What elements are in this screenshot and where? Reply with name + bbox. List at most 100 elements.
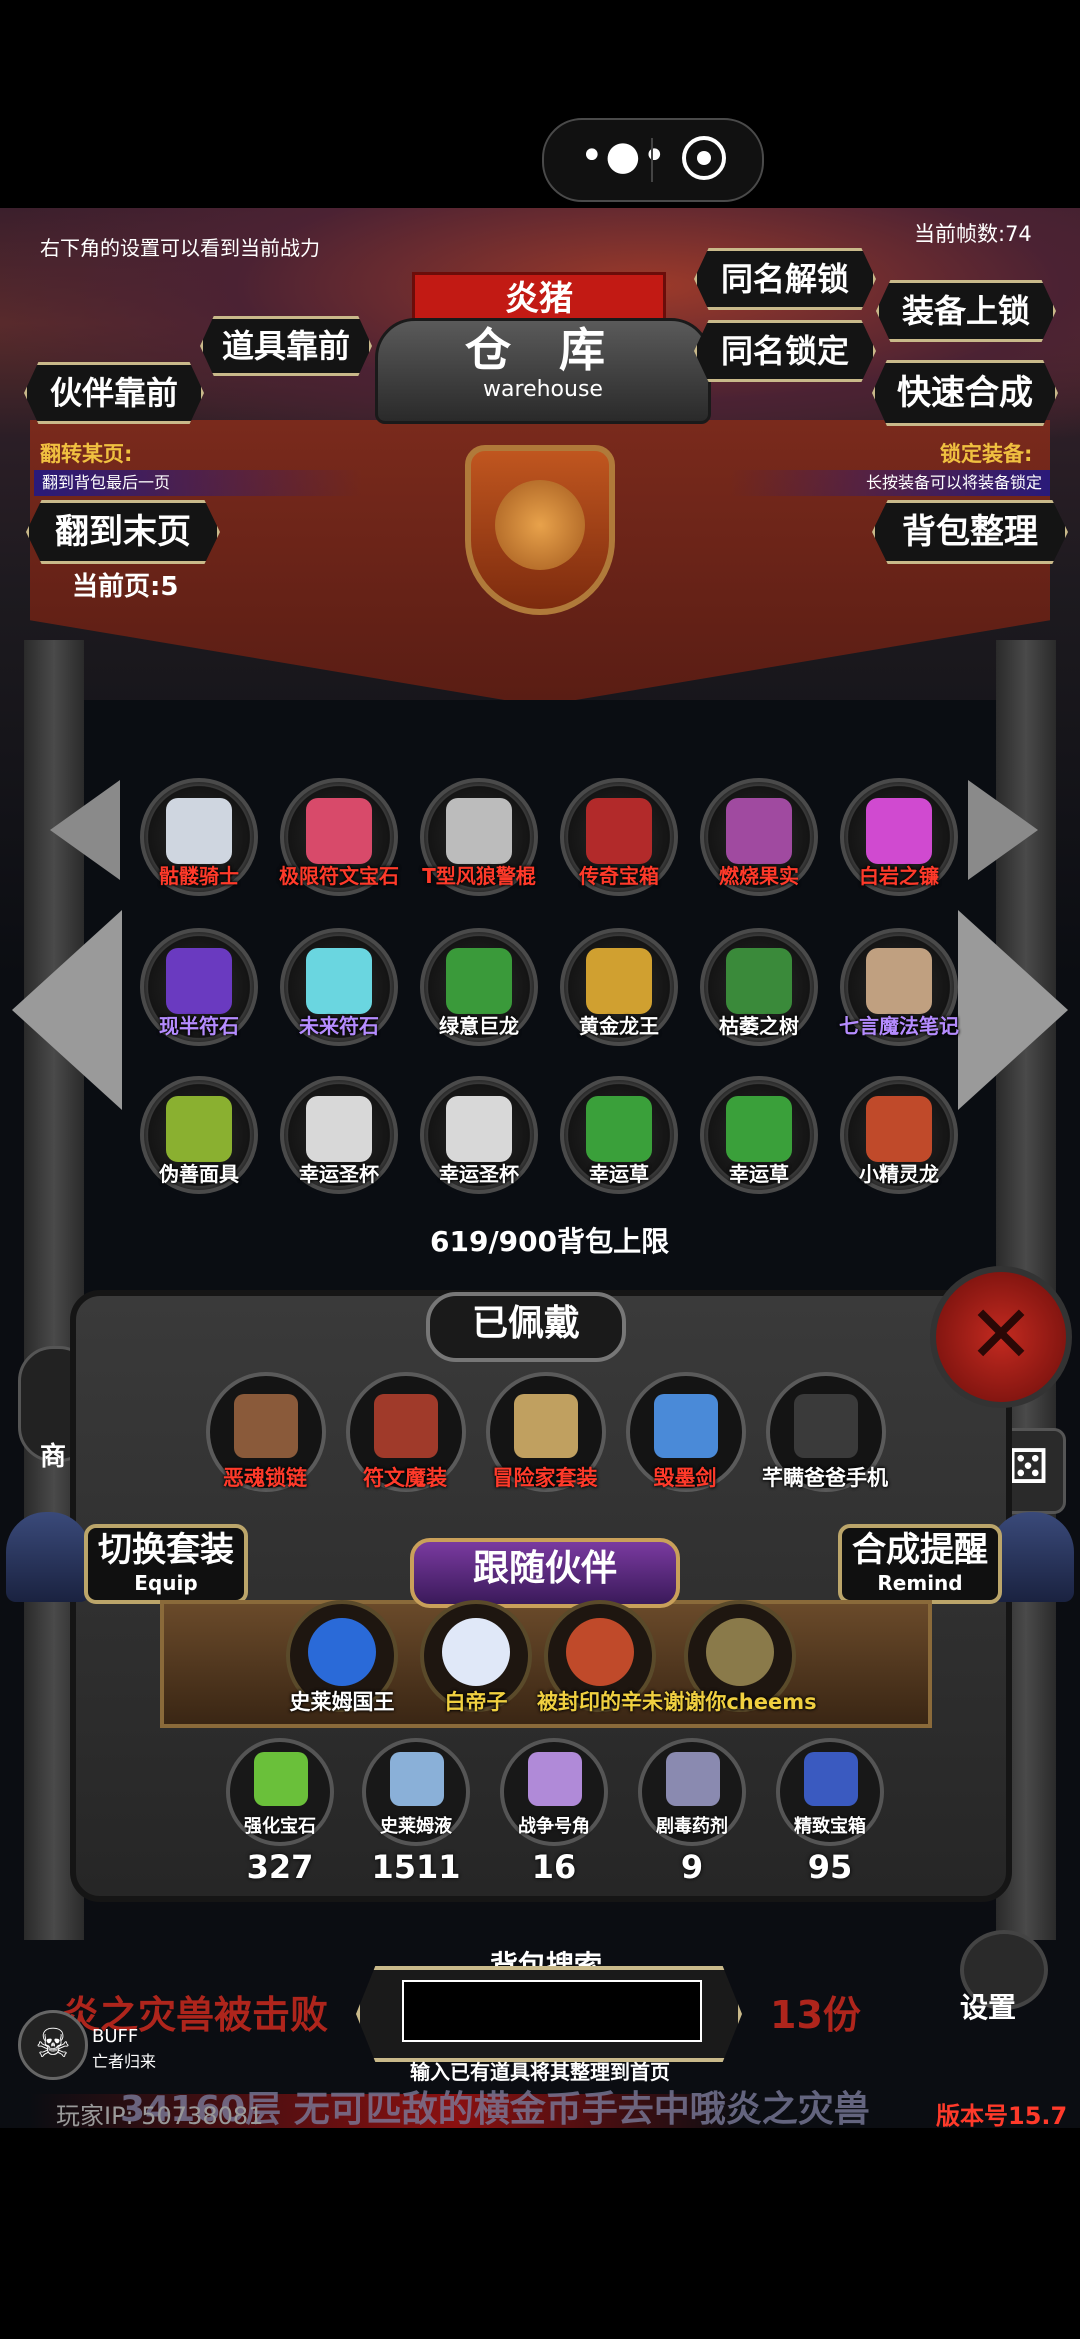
item-slot[interactable]: 绿意巨龙 [420,928,538,1046]
merge-remind-sub: Remind [877,1571,963,1595]
item-label: 幸运草 [589,1162,649,1186]
item-slot[interactable]: 极限符文宝石 [279,778,399,896]
item-label: 绿意巨龙 [439,1014,519,1038]
capsule-divider [651,138,653,182]
close-icon[interactable]: ✕ [930,1266,1072,1408]
item-icon [446,948,512,1014]
lock-same-button[interactable]: 同名锁定 [694,320,876,382]
unlock-same-button[interactable]: 同名解锁 [694,248,876,310]
worn-item-slot[interactable]: 芊瞒爸爸手机 [762,1372,888,1492]
merge-remind-label: 合成提醒 [852,1530,988,1570]
version: 版本号15.7 [936,2102,1068,2130]
worn-item-slot[interactable]: 毁墨剑 [626,1372,746,1492]
item-label: 骷髅骑士 [159,864,239,888]
item-slot[interactable]: 幸运草 [700,1076,818,1194]
item-slot[interactable]: 幸运圣杯 [280,1076,398,1194]
item-slot[interactable]: 枯萎之树 [700,928,818,1046]
more-dots-icon[interactable]: •●• [574,136,674,178]
partner-label: 谢谢你cheems [663,1690,817,1714]
item-slot[interactable]: 七言魔法笔记 [839,928,959,1046]
item-icon [726,798,792,864]
item-slot[interactable]: 未来符石 [280,928,398,1046]
partner-icon [308,1618,376,1686]
material-label: 精致宝箱 [794,1816,866,1837]
item-slot[interactable]: 燃烧果实 [700,778,818,896]
material-icon [666,1752,720,1806]
worn-item-slot[interactable]: 符文魔装 [346,1372,466,1492]
last-page-arrow-icon[interactable] [958,910,1068,1110]
material-label: 战争号角 [518,1816,590,1837]
item-slot[interactable]: 幸运草 [560,1076,678,1194]
helmet-icon [990,1512,1074,1602]
go-last-page-button[interactable]: 翻到末页 [26,500,220,564]
material-slot[interactable]: 精致宝箱 [776,1738,884,1846]
material-label: 史莱姆液 [380,1816,452,1837]
item-label: 黄金龙王 [579,1014,659,1038]
material-slot[interactable]: 战争号角 [500,1738,608,1846]
item-icon [586,948,652,1014]
flip-label: 翻转某页: [40,442,133,466]
partner-slot[interactable]: 谢谢你cheems [663,1600,817,1714]
worn-item-slot[interactable]: 恶魂锁链 [206,1372,326,1492]
switch-set-button[interactable]: 切换套装 Equip [84,1524,248,1604]
item-icon [306,798,372,864]
equip-lock-button[interactable]: 装备上锁 [876,280,1056,342]
material-slot[interactable]: 史莱姆液 [362,1738,470,1846]
fps-counter: 当前帧数:74 [914,222,1032,246]
item-front-button[interactable]: 道具靠前 [200,316,372,376]
item-slot[interactable]: 黄金龙王 [560,928,678,1046]
item-slot[interactable]: T型风狼警棍 [420,778,538,896]
item-label: 燃烧果实 [719,864,799,888]
item-label: 白岩之镰 [859,864,939,888]
item-slot[interactable]: 现半符石 [140,928,258,1046]
item-icon [726,948,792,1014]
material-icon [254,1752,308,1806]
item-slot[interactable]: 白岩之镰 [840,778,958,896]
worn-item-icon [514,1394,578,1458]
fast-merge-button[interactable]: 快速合成 [872,360,1058,426]
item-slot[interactable]: 骷髅骑士 [140,778,258,896]
partner-front-button[interactable]: 伙伴靠前 [24,362,204,424]
item-label: T型风狼警棍 [422,864,536,888]
buff-sub: 亡者归来 [92,2052,157,2071]
buff-label: BUFF [92,2026,139,2047]
item-label: 小精灵龙 [859,1162,939,1186]
next-page-arrow-icon[interactable] [968,780,1038,880]
worn-item-slot[interactable]: 冒险家套装 [486,1372,606,1492]
bag-capacity: 619/900背包上限 [430,1225,670,1258]
skull-icon[interactable]: ☠ [18,2010,88,2080]
first-page-arrow-icon[interactable] [12,910,122,1110]
material-slot[interactable]: 强化宝石 [226,1738,334,1846]
item-slot[interactable]: 传奇宝箱 [560,778,678,896]
search-hint: 输入已有道具将其整理到首页 [410,2060,670,2084]
material-icon [528,1752,582,1806]
merge-remind-button[interactable]: 合成提醒 Remind [838,1524,1002,1604]
settings-label[interactable]: 设置 [960,1986,1016,2026]
sort-bag-button[interactable]: 背包整理 [872,500,1068,564]
prev-page-arrow-icon[interactable] [50,780,120,880]
lock-sub: 长按装备可以将装备锁定 [730,470,1050,496]
item-label: 现半符石 [159,1014,239,1038]
top-hint: 右下角的设置可以看到当前战力 [40,236,320,260]
material-slot[interactable]: 剧毒药剂 [638,1738,746,1846]
item-icon [866,948,932,1014]
item-label: 传奇宝箱 [579,864,659,888]
material-count: 1511 [371,1848,461,1886]
item-slot[interactable]: 小精灵龙 [840,1076,958,1194]
item-icon [866,798,932,864]
worn-item-icon [234,1394,298,1458]
target-circle-icon[interactable] [682,136,726,180]
material-icon [390,1752,444,1806]
item-label: 幸运草 [729,1162,789,1186]
search-input[interactable] [402,1980,702,2042]
material-count: 95 [807,1848,853,1886]
item-slot[interactable]: 幸运圣杯 [420,1076,538,1194]
item-icon [586,1096,652,1162]
news-line-1-tail: 13份 [770,1993,861,2037]
partner-icon [566,1618,634,1686]
item-icon [446,798,512,864]
partner-icon [442,1618,510,1686]
item-icon [446,1096,512,1162]
item-slot[interactable]: 伪善面具 [140,1076,258,1194]
item-label: 幸运圣杯 [299,1162,379,1186]
